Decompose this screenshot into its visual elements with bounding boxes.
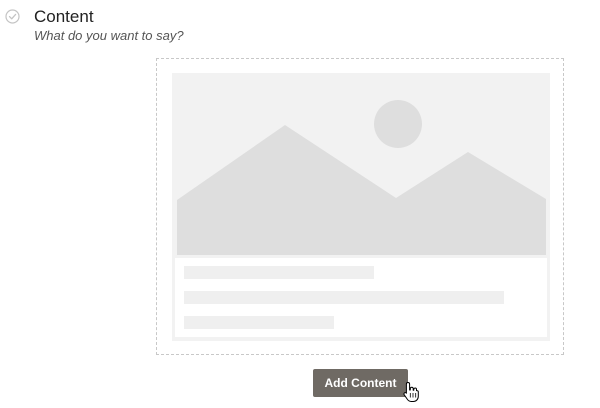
image-placeholder-icon <box>172 73 550 255</box>
hand-pointer-icon <box>403 382 419 402</box>
text-placeholder-line <box>184 291 504 304</box>
text-placeholder-line <box>184 316 334 329</box>
step-subtitle: What do you want to say? <box>34 28 184 43</box>
content-placeholder-card <box>172 73 550 341</box>
step-title: Content <box>34 7 94 26</box>
check-circle-icon <box>5 9 20 24</box>
add-content-button[interactable]: Add Content <box>313 369 408 397</box>
step-header: Content What do you want to say? <box>0 0 600 50</box>
text-placeholder-line <box>184 266 374 279</box>
text-placeholder-panel <box>175 258 547 337</box>
content-dropzone[interactable] <box>156 58 564 355</box>
